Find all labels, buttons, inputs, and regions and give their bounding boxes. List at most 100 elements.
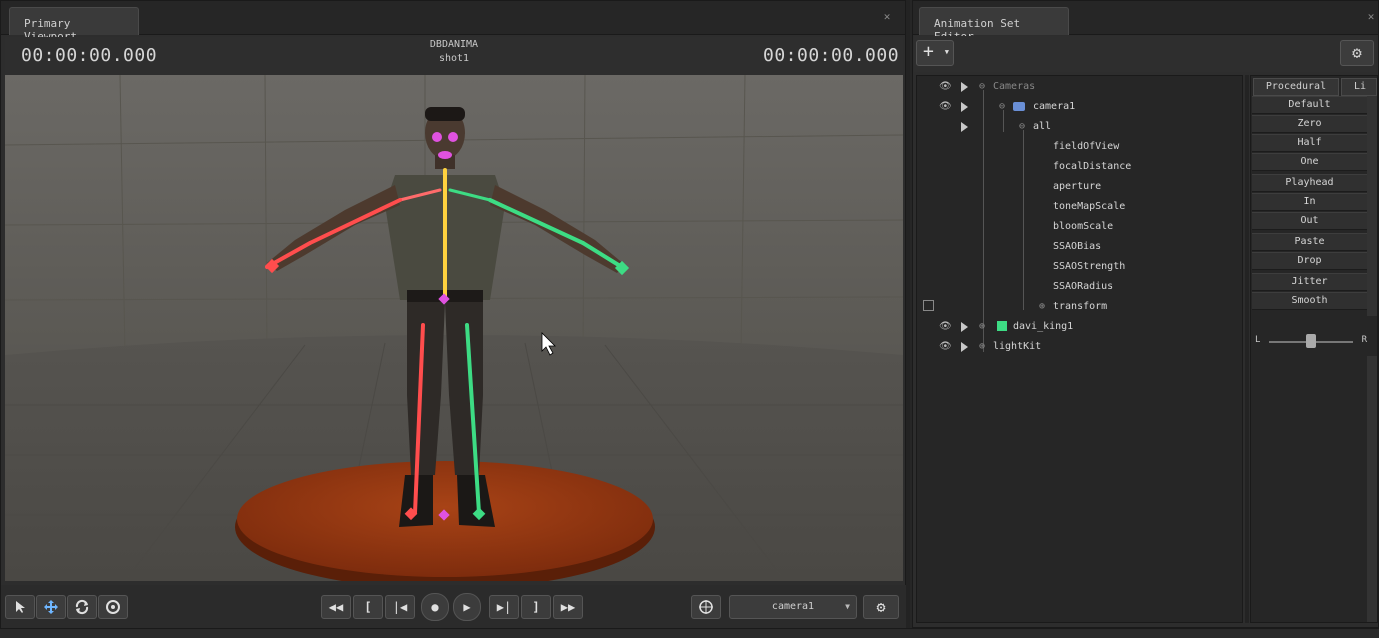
tree-row-davi-king1[interactable]: 👁 ⊕ davi_king1 <box>917 317 1242 337</box>
viewport-toolbar: ◀◀ [ |◀ ● ▶ ▶| ] ▶▶ camera1 ▼ ⚙ <box>1 585 907 629</box>
left-eye-handle[interactable] <box>432 132 442 142</box>
plus-icon: + <box>923 41 934 62</box>
viewport-settings-button[interactable]: ⚙ <box>863 595 899 619</box>
close-icon[interactable]: ✕ <box>1365 11 1377 23</box>
chevron-right-icon[interactable] <box>961 342 968 352</box>
zero-button[interactable]: Zero <box>1252 115 1367 133</box>
tree-row-transform[interactable]: ⊕ transform <box>917 297 1242 317</box>
primary-viewport-panel: Primary Viewport ✕ 00:00:00.000 DBDANIMA… <box>0 0 907 629</box>
in-button[interactable]: In <box>1252 193 1367 211</box>
tree-row-fieldofview[interactable]: fieldOfView <box>917 137 1242 157</box>
half-button[interactable]: Half <box>1252 134 1367 152</box>
playhead-button[interactable]: Playhead <box>1252 174 1367 192</box>
tree-row-label: all <box>1033 121 1052 132</box>
eye-icon[interactable]: 👁 <box>939 101 953 112</box>
rotate-tool-button[interactable] <box>67 595 97 619</box>
slider-knob[interactable] <box>1306 334 1316 348</box>
prev-key-button[interactable]: [ <box>353 595 383 619</box>
chevron-right-icon[interactable] <box>961 82 968 92</box>
tree-row-tonemapscale[interactable]: toneMapScale <box>917 197 1242 217</box>
bracket-left-icon: [ <box>364 600 372 614</box>
tree-row-lightkit[interactable]: 👁 ⊕ lightKit <box>917 337 1242 357</box>
tree-row-ssaoradius[interactable]: SSAORadius <box>917 277 1242 297</box>
tree-row-label: SSAOStrength <box>1053 261 1126 272</box>
collapse-icon[interactable]: ⊖ <box>997 102 1007 112</box>
chevron-right-icon[interactable] <box>961 102 968 112</box>
eye-icon[interactable]: 👁 <box>939 81 953 92</box>
play-button[interactable]: ▶ <box>453 593 481 621</box>
tree-row-label: focalDistance <box>1053 161 1132 172</box>
app-window: Primary Viewport ✕ 00:00:00.000 DBDANIMA… <box>0 0 1379 638</box>
tree-row-label: SSAOBias <box>1053 241 1102 252</box>
procedural-scrollbar[interactable] <box>1367 96 1377 316</box>
camera-select[interactable]: camera1 ▼ <box>729 595 857 619</box>
add-button[interactable]: + ▼ <box>916 40 954 66</box>
scale-circle-icon <box>106 600 120 614</box>
expand-icon[interactable]: ⊕ <box>977 322 987 332</box>
select-tool-button[interactable] <box>5 595 35 619</box>
tab-animation-set-editor[interactable]: Animation Set Editor <box>919 7 1069 43</box>
tree-row-camera1[interactable]: 👁 ⊖ camera1 <box>917 97 1242 117</box>
tree-splitter[interactable] <box>1245 75 1249 623</box>
3d-viewport[interactable] <box>5 75 903 581</box>
move-tool-button[interactable] <box>36 595 66 619</box>
skip-end-button[interactable]: ▶| <box>489 595 519 619</box>
tree-row-bloomscale[interactable]: bloomScale <box>917 217 1242 237</box>
target-button[interactable] <box>691 595 721 619</box>
tree-row-focaldistance[interactable]: focalDistance <box>917 157 1242 177</box>
ase-settings-button[interactable]: ⚙ <box>1340 40 1374 66</box>
skip-start-button[interactable]: |◀ <box>385 595 415 619</box>
panel-splitter[interactable] <box>906 0 910 628</box>
collapse-icon[interactable]: ⊖ <box>1017 122 1027 132</box>
paste-button[interactable]: Paste <box>1252 233 1367 251</box>
tab-li[interactable]: Li <box>1341 78 1377 96</box>
expand-icon[interactable]: ⊕ <box>1037 302 1047 312</box>
one-button[interactable]: One <box>1252 153 1367 171</box>
tree-row-cameras[interactable]: 👁 ⊖ Cameras <box>917 77 1242 97</box>
crosshair-icon <box>699 600 713 614</box>
tree-row-ssaostrength[interactable]: SSAOStrength <box>917 257 1242 277</box>
tree-row-ssaobias[interactable]: SSAOBias <box>917 237 1242 257</box>
next-key-button[interactable]: ] <box>521 595 551 619</box>
collapse-icon[interactable]: ⊖ <box>977 82 987 92</box>
jaw-handle[interactable] <box>438 151 452 159</box>
smooth-button[interactable]: Smooth <box>1252 292 1367 310</box>
camera-icon <box>1013 102 1025 111</box>
fast-forward-icon: ▶▶ <box>560 600 576 614</box>
skip-end-icon: ▶| <box>496 600 512 614</box>
rewind-button[interactable]: ◀◀ <box>321 595 351 619</box>
procedural-lower-scrollbar[interactable] <box>1367 356 1377 622</box>
tab-procedural[interactable]: Procedural <box>1253 78 1339 96</box>
close-icon[interactable]: ✕ <box>881 11 893 23</box>
fast-forward-button[interactable]: ▶▶ <box>553 595 583 619</box>
tab-li-label: Li <box>1354 81 1367 92</box>
default-button[interactable]: Default <box>1252 96 1367 114</box>
record-button[interactable]: ● <box>421 593 449 621</box>
viewport-header: 00:00:00.000 DBDANIMA shot1 00:00:00.000 <box>5 37 903 75</box>
viewport-tabbar: Primary Viewport ✕ <box>1 1 905 43</box>
rotate-icon <box>75 599 89 615</box>
skip-start-icon: |◀ <box>392 600 408 614</box>
slider-left-label: L <box>1255 335 1261 345</box>
row-checkbox[interactable] <box>923 300 934 311</box>
eye-icon[interactable]: 👁 <box>939 321 953 332</box>
expand-icon[interactable]: ⊕ <box>977 342 987 352</box>
tree-row-label: lightKit <box>993 341 1042 352</box>
move-arrows-icon <box>44 600 58 614</box>
tree-row-aperture[interactable]: aperture <box>917 177 1242 197</box>
chevron-down-icon: ▼ <box>845 602 850 611</box>
right-eye-handle[interactable] <box>448 132 458 142</box>
chevron-right-icon[interactable] <box>961 322 968 332</box>
tab-primary-viewport[interactable]: Primary Viewport <box>9 7 139 43</box>
tree-row-all[interactable]: ⊖ all <box>917 117 1242 137</box>
lr-slider[interactable]: L R <box>1255 331 1367 355</box>
record-icon: ● <box>431 600 439 614</box>
scale-tool-button[interactable] <box>98 595 128 619</box>
ase-tabbar: Animation Set Editor ✕ <box>913 1 1378 43</box>
out-button[interactable]: Out <box>1252 212 1367 230</box>
drop-button[interactable]: Drop <box>1252 252 1367 270</box>
eye-icon[interactable]: 👁 <box>939 341 953 352</box>
chevron-right-icon[interactable] <box>961 122 968 132</box>
gear-icon: ⚙ <box>1352 43 1362 62</box>
jitter-button[interactable]: Jitter <box>1252 273 1367 291</box>
